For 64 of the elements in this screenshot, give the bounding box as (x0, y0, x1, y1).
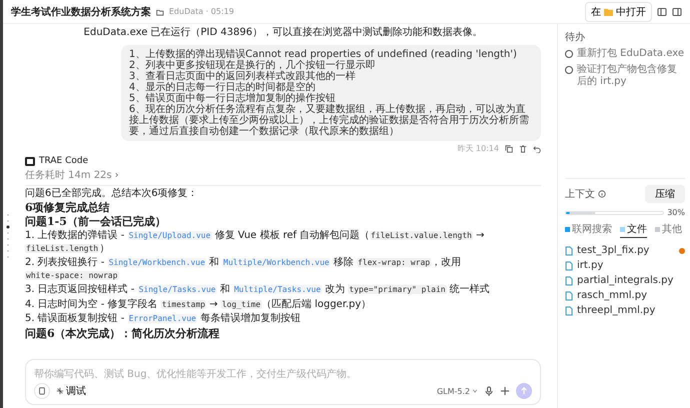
context-tab[interactable]: 文件 (620, 222, 647, 238)
model-selector[interactable]: GLM-5.2 (436, 386, 478, 396)
microphone-icon (484, 386, 494, 396)
inline-code: fileList.length (25, 244, 100, 252)
context-percent: 30% (667, 208, 685, 217)
file-name[interactable]: irt.py (577, 260, 685, 271)
inline-code: timestamp (160, 300, 206, 308)
terminal-icon (25, 156, 35, 166)
folder-icon (156, 8, 164, 16)
section-heading: 6项修复完成总结 (25, 202, 111, 214)
message-time: 昨天 10:14 (457, 143, 499, 154)
window-title: 学生考试作业数据分析系统方案 (11, 5, 151, 18)
todo-title: 待办 (565, 30, 586, 44)
todo-checkbox[interactable] (565, 50, 573, 58)
panel-icon (657, 6, 667, 16)
summary-text: 问题6已全部完成。总结本次6项修复： (25, 188, 199, 200)
inline-code: type="primary" plain (348, 285, 446, 294)
message-line: 5、错误页面中每一行日志增加复制的操作按钮 (129, 93, 336, 104)
file-name[interactable]: test_3pl_fix.py (577, 245, 675, 256)
inline-code: fileList.value.length (370, 231, 473, 240)
compress-button[interactable]: 压缩 (645, 185, 685, 203)
agent-name: TRAE Code (39, 156, 88, 166)
context-tab[interactable]: 其他 (655, 222, 682, 238)
attach-button[interactable] (34, 383, 50, 399)
list-item: 5. 错误面板复制按钮 - ErrorPanel.vue 每条错误增加复制按钮 (25, 313, 302, 326)
copy-icon (505, 144, 513, 152)
list-item: 3. 日志页返回按钮样式 - Single/Tasks.vue 和 Multiple/Tasks.vue 改为 type="primary" plain 统一样式 (25, 284, 491, 296)
chevron-right-icon (114, 172, 120, 178)
plus-icon (500, 386, 510, 396)
context-title: 上下文 (565, 188, 595, 201)
project-label: EduData · 05:19 (169, 7, 234, 16)
section-heading: 问题1-5（前一会话已完成） (25, 216, 167, 228)
inline-code: flex-wrap: wrap (356, 258, 431, 267)
info-icon (598, 190, 606, 198)
inline-code: white-space: nowrap (25, 270, 119, 280)
undo-icon (533, 144, 541, 152)
caret-icon (472, 388, 478, 394)
file-name[interactable]: partial_integrals.py (577, 275, 685, 286)
open-in-folder-button[interactable]: 在 中打开 (585, 2, 652, 22)
mode-button[interactable]: 调试 (56, 384, 86, 398)
trash-icon (519, 144, 527, 152)
message-line: 2、列表中更多按钮现在是换行的，几个按钮一行显示即 (129, 60, 376, 71)
todo-text: 验证打包产物包含修复后的 irt.py (577, 64, 678, 88)
message-line: 4、显示的日志每一行日志的时间都是空的 (129, 82, 316, 93)
sparkle-icon (56, 387, 64, 395)
message-input-field[interactable]: 帮你编写代码、测试 Bug、优化性能等开发工作，交付生产级代码产物。 调试 GLM-5.2 (25, 359, 541, 405)
todo-checkbox[interactable] (565, 66, 573, 74)
list-item: 1. 上传数据的弹错误 - Single/Upload.vue 修复 Vue 模板 ref 自动解包问题（fileList.value.length → fileList.length） (25, 230, 486, 255)
todo-text: 重新打包 EduData.exe (577, 48, 684, 60)
message-line: 6、现在的历次分析任务流程有点复杂，又要建数据组，再上传数据，再启动，可以改为直接上传数据（要求上传至少两份或以上），上传完成的验证数据是否符合用于历次分析所需要，通过后直接自动创建一个数据记录（取代原来的数据组） (129, 104, 530, 137)
folder-icon (604, 8, 613, 16)
context-tab[interactable]: 联网搜索 (565, 222, 612, 238)
task-duration: 任务耗时 14m 22s (25, 168, 112, 182)
document-icon (38, 387, 46, 395)
section-heading: 问题6（本次完成）：简化历次分析流程 (25, 328, 221, 340)
arrow-up-icon (520, 387, 528, 395)
inline-code: log_time (220, 300, 262, 308)
file-name[interactable]: rasch_mml.py (577, 290, 685, 301)
list-item: 4. 日志时间为空 - 修复字段名 timestamp → log_time（匹配后端 logger.py） (25, 298, 372, 311)
message-line: 3、查看日志页面中的返回列表样式改跟其他的一样 (129, 71, 356, 82)
status-message: EduData.exe 已在运行（PID 43896），可以直接在浏览器中测试删除功能和数据表像。 (82, 27, 484, 39)
file-name[interactable]: threepl_mml.py (577, 305, 685, 316)
message-line: 1、上传数据的弹出现错误Cannot read properties of undefined (reading 'length') (129, 49, 518, 60)
sidebar-icon (672, 6, 682, 16)
